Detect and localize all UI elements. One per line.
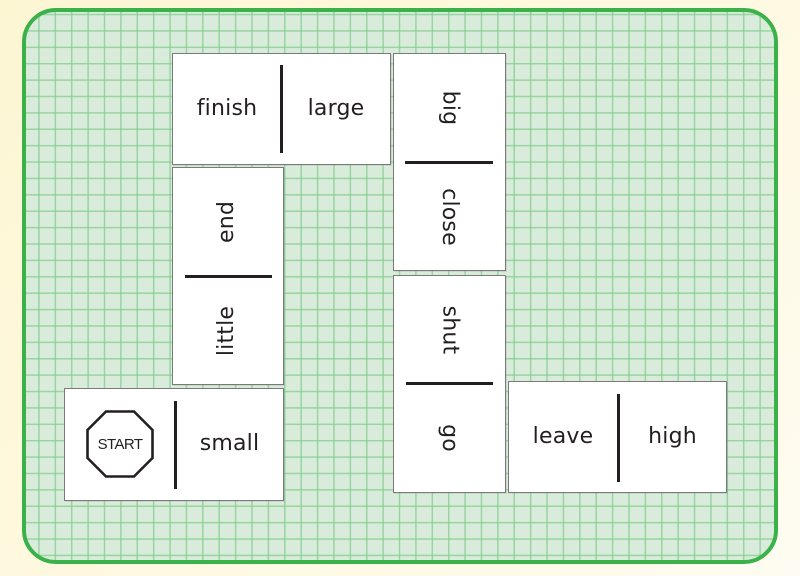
domino-half-left: START: [65, 389, 175, 499]
domino-half-top: shut: [394, 276, 504, 383]
domino-big-close[interactable]: big close: [393, 53, 506, 271]
domino-start-small[interactable]: START small: [64, 388, 284, 501]
domino-half-right: high: [620, 382, 725, 491]
start-label: START: [97, 435, 143, 453]
domino-half-left: finish: [173, 54, 281, 163]
word-label: close: [436, 187, 462, 246]
domino-leave-high[interactable]: leave high: [508, 381, 727, 493]
word-label: big: [437, 90, 462, 126]
word-label: high: [648, 423, 697, 449]
word-label: shut: [437, 305, 462, 354]
domino-half-right: small: [177, 389, 282, 499]
domino-half-top: big: [394, 54, 504, 162]
domino-finish-large[interactable]: finish large: [172, 53, 391, 165]
word-label: leave: [532, 423, 594, 449]
domino-shut-go[interactable]: shut go: [393, 275, 506, 493]
word-label: small: [199, 431, 260, 456]
word-label: little: [214, 305, 240, 356]
domino-half-right: large: [283, 54, 389, 163]
domino-half-bottom: little: [173, 278, 282, 383]
word-label: large: [307, 95, 365, 121]
domino-half-left: leave: [509, 382, 617, 491]
domino-half-bottom: close: [394, 164, 504, 269]
stop-sign-icon: START: [86, 410, 154, 478]
word-label: go: [436, 424, 462, 452]
word-label: end: [214, 200, 240, 244]
domino-end-little[interactable]: end little: [172, 167, 284, 385]
word-label: finish: [196, 95, 258, 121]
domino-half-top: end: [173, 168, 282, 276]
domino-half-bottom: go: [394, 385, 504, 491]
